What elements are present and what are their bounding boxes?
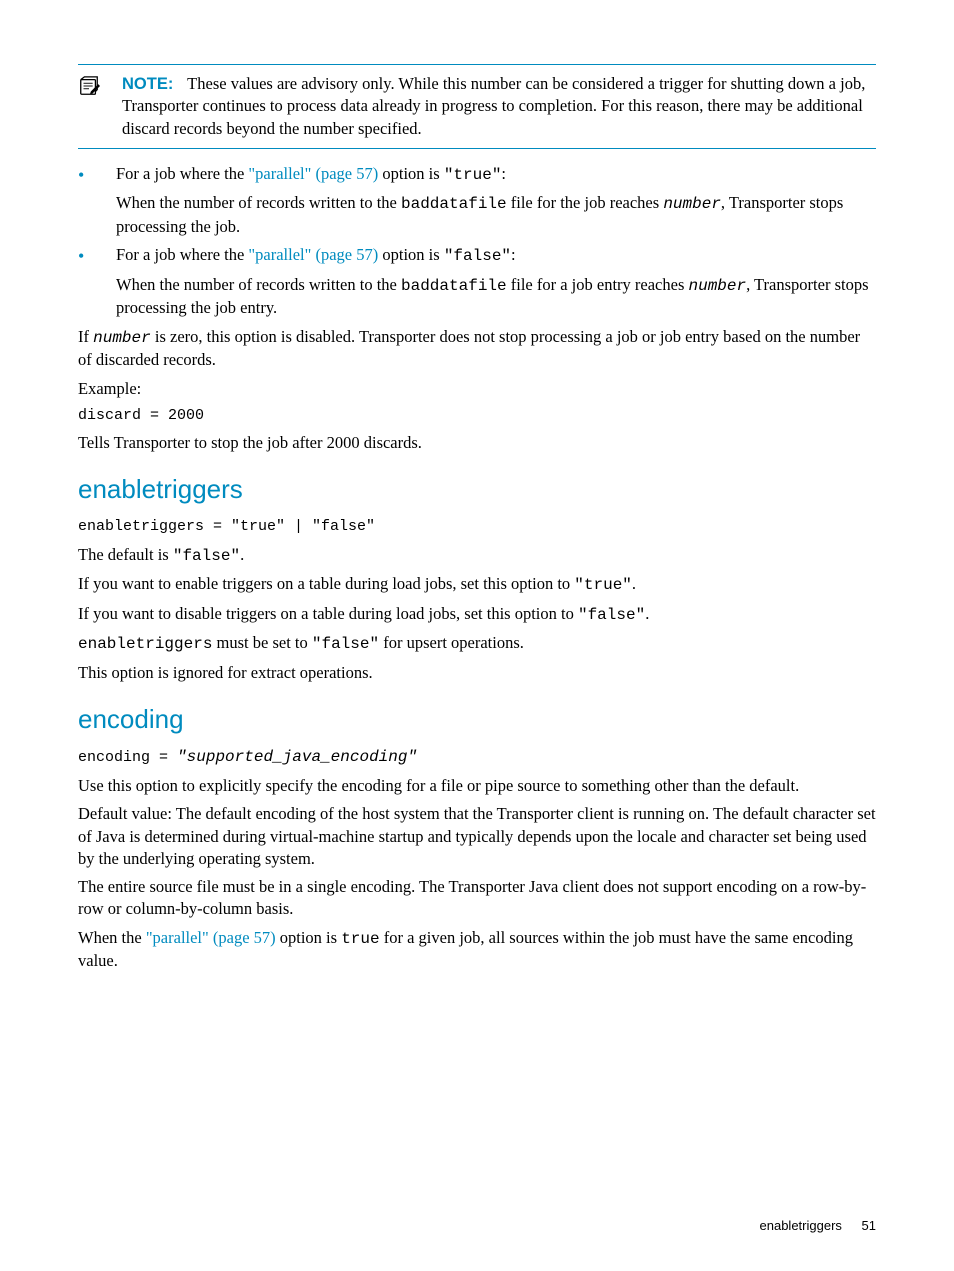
text: . [632,574,636,593]
bullet-text: For a job where the "parallel" (page 57)… [116,244,876,268]
paragraph: If number is zero, this option is disabl… [78,326,876,372]
code-literal: baddatafile [401,277,507,295]
text: . [645,604,649,623]
text: is zero, this option is disabled. Transp… [78,327,860,370]
code-variable: number [93,329,151,347]
syntax-line: enabletriggers = "true" | "false" [78,517,876,537]
text: If you want to enable triggers on a tabl… [78,574,574,593]
paragraph: The default is "false". [78,544,876,568]
text: option is [378,164,444,183]
paragraph: When the "parallel" (page 57) option is … [78,927,876,973]
footer-page-number: 51 [862,1218,876,1233]
code-example: discard = 2000 [78,406,876,426]
text: : [511,245,516,264]
parallel-link[interactable]: "parallel" (page 57) [248,164,378,183]
paragraph: Tells Transporter to stop the job after … [78,432,876,454]
note-label: NOTE: [122,75,173,93]
code-variable: "supported_java_encoding" [177,748,417,766]
code-variable: number [663,195,721,213]
note-icon [78,75,100,103]
code-literal: enabletriggers [78,635,212,653]
paragraph: This option is ignored for extract opera… [78,662,876,684]
text: The default is [78,545,173,564]
code-literal: "false" [444,247,511,265]
text: For a job where the [116,164,248,183]
page-content: NOTE: These values are advisory only. Wh… [0,0,954,1271]
bullet-subtext: When the number of records written to th… [116,192,876,238]
note-body: NOTE: These values are advisory only. Wh… [122,73,876,140]
code-literal: "true" [574,576,632,594]
note-text: These values are advisory only. While th… [122,74,865,138]
paragraph: Example: [78,378,876,400]
syntax-line: encoding = "supported_java_encoding" [78,747,876,769]
note-block: NOTE: These values are advisory only. Wh… [78,73,876,140]
code-literal: "false" [173,547,240,565]
parallel-link[interactable]: "parallel" (page 57) [248,245,378,264]
code-literal: "false" [312,635,379,653]
text: . [240,545,244,564]
code-literal: "true" [444,166,502,184]
paragraph: enabletriggers must be set to "false" fo… [78,632,876,656]
bullet-text: For a job where the "parallel" (page 57)… [116,163,876,187]
text: If [78,327,93,346]
note-top-rule [78,64,876,65]
bullet-subtext: When the number of records written to th… [116,274,876,320]
section-heading-encoding: encoding [78,702,876,737]
text: For a job where the [116,245,248,264]
code-literal: true [341,930,379,948]
text: If you want to disable triggers on a tab… [78,604,578,623]
text: : [501,164,506,183]
text: When the number of records written to th… [116,275,401,294]
text: file for a job entry reaches [507,275,689,294]
paragraph: Default value: The default encoding of t… [78,803,876,870]
list-item: For a job where the "parallel" (page 57)… [78,244,876,319]
paragraph: If you want to enable triggers on a tabl… [78,573,876,597]
section-heading-enabletriggers: enabletriggers [78,472,876,507]
list-item: For a job where the "parallel" (page 57)… [78,163,876,238]
paragraph: Use this option to explicitly specify th… [78,775,876,797]
paragraph: If you want to disable triggers on a tab… [78,603,876,627]
code-literal: baddatafile [401,195,507,213]
text: must be set to [212,633,311,652]
bullet-list: For a job where the "parallel" (page 57)… [78,163,876,320]
parallel-link[interactable]: "parallel" (page 57) [146,928,276,947]
text: for upsert operations. [379,633,524,652]
note-bottom-rule [78,148,876,149]
text: encoding = [78,749,177,766]
text: option is [276,928,342,947]
text: When the number of records written to th… [116,193,401,212]
code-literal: "false" [578,606,645,624]
code-variable: number [689,277,747,295]
text: file for the job reaches [507,193,664,212]
text: option is [378,245,444,264]
text: When the [78,928,146,947]
paragraph: The entire source file must be in a sing… [78,876,876,921]
page-footer: enabletriggers 51 [760,1217,876,1235]
footer-section: enabletriggers [760,1218,842,1233]
